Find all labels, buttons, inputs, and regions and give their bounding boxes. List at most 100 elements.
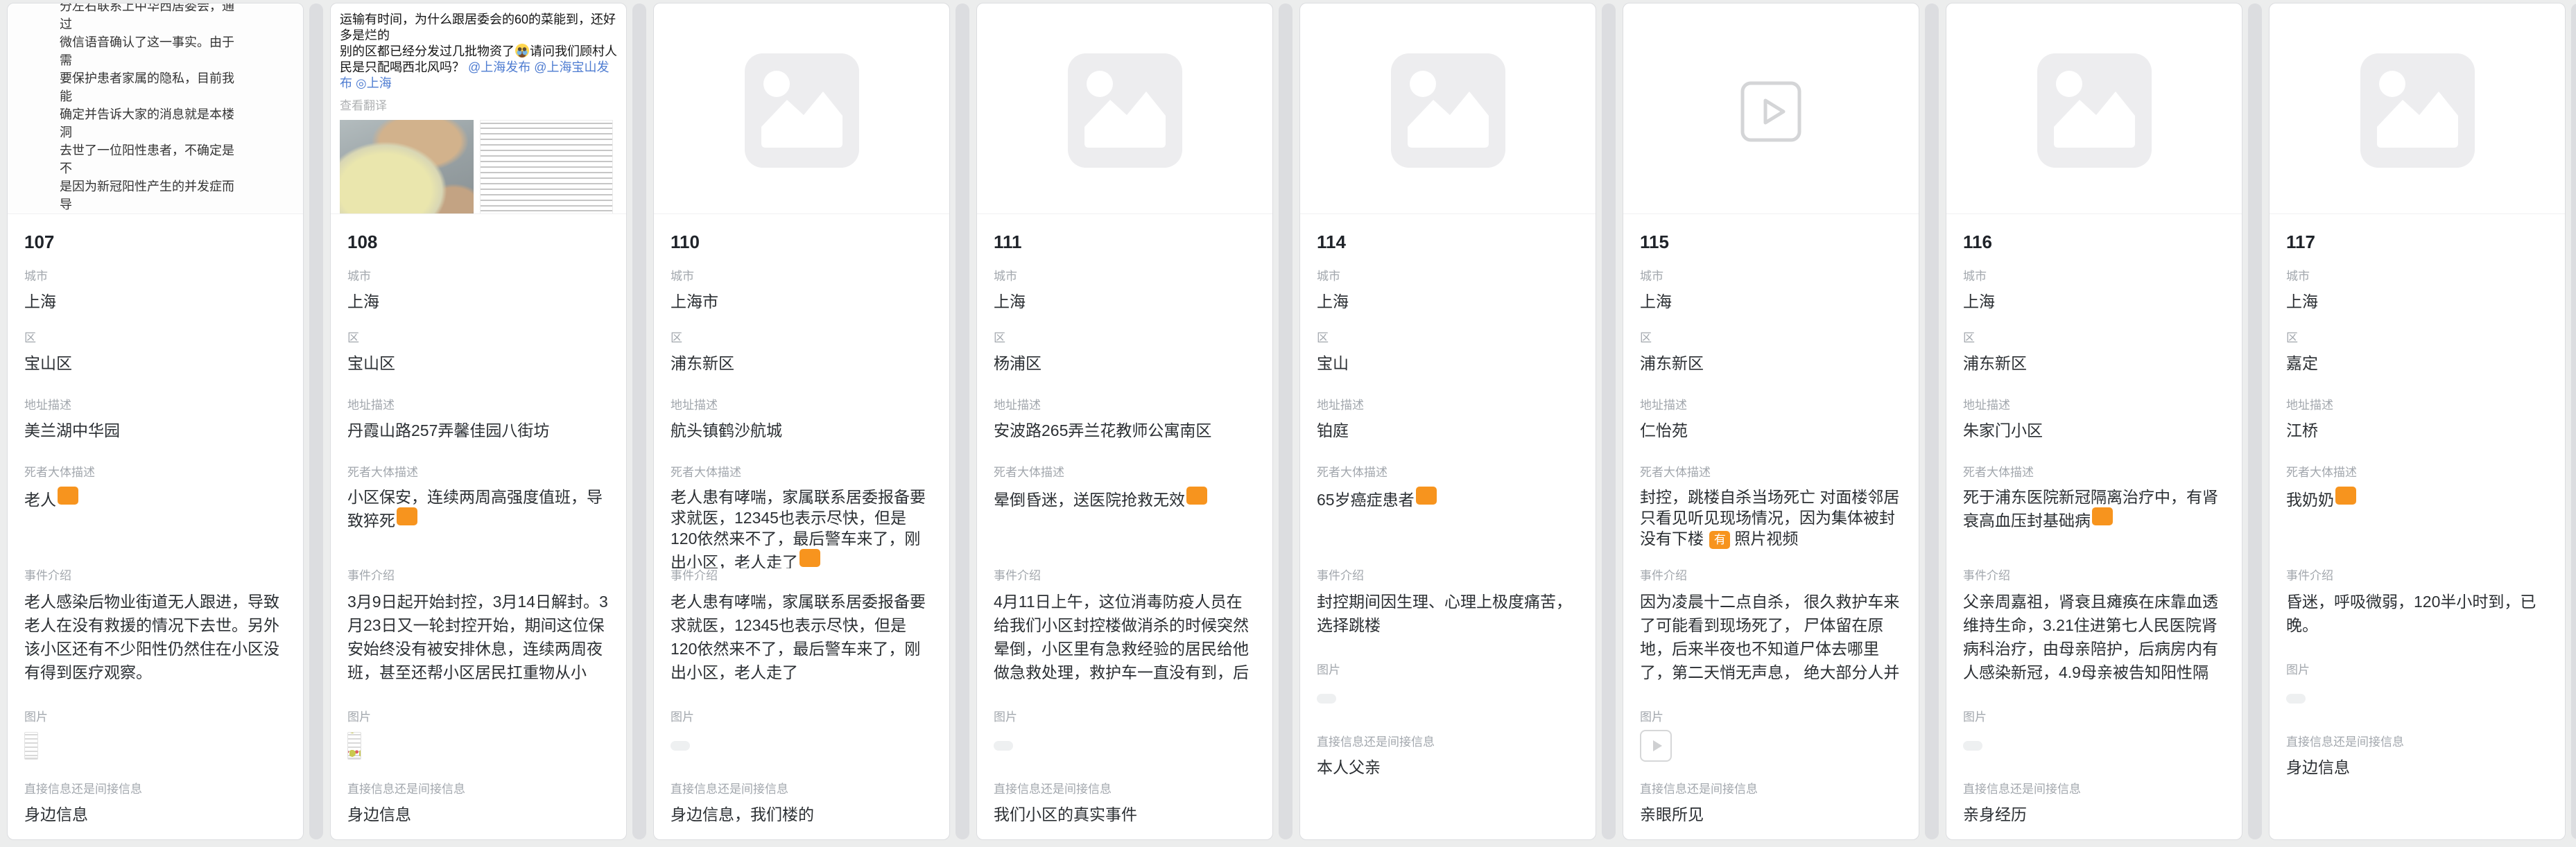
record-card[interactable]: 117 城市 上海 区 嘉定 地址描述 江桥 死者大体描述 我奶奶 事件介绍 — [2269, 3, 2566, 840]
field-label-image: 图片 — [347, 710, 610, 724]
field-address: 地址描述 铂庭 — [1317, 398, 1579, 442]
field-direct-or-indirect: 直接信息还是间接信息 身边信息 — [24, 782, 286, 826]
field-deceased-description: 死者大体描述 我奶奶 — [2286, 465, 2548, 568]
card-scrollbar[interactable] — [2248, 3, 2262, 839]
record-cover[interactable]: 运输有时间，为什么跟居委会的60的菜能到，还好多是烂的 别的区都已经分发过几批物… — [331, 3, 626, 214]
attachment-thumbnail[interactable] — [347, 730, 610, 762]
field-label-deceased: 死者大体描述 — [994, 465, 1256, 480]
field-value-address: 仁怡苑 — [1640, 419, 1902, 442]
field-label-district: 区 — [347, 331, 610, 345]
field-label-direct: 直接信息还是间接信息 — [347, 782, 610, 796]
card-scrollbar[interactable] — [1602, 3, 1616, 839]
field-label-deceased: 死者大体描述 — [1963, 465, 2225, 480]
field-value-city: 上海 — [347, 290, 610, 313]
card-scrollbar[interactable] — [956, 3, 969, 839]
screenshot-thumbnail[interactable] — [24, 732, 38, 760]
record-cover[interactable] — [1300, 3, 1596, 214]
field-label-deceased: 死者大体描述 — [1640, 465, 1902, 480]
field-label-district: 区 — [994, 331, 1256, 345]
field-value-event: 昏迷，呼吸微弱，120半小时到，已晚。 — [2286, 590, 2548, 637]
field-label-address: 地址描述 — [347, 398, 610, 412]
field-value-address: 航头镇鹤沙航城 — [671, 419, 933, 442]
record-card[interactable]: 分左右联系上中华西居委会，通过 微信语音确认了这一事实。由于需 要保护患者家属的… — [7, 3, 304, 840]
field-value-deceased: 小区保安，连续两周高强度值班，导致猝死 — [347, 487, 610, 531]
play-icon — [1653, 740, 1662, 751]
record-cover[interactable] — [977, 3, 1272, 214]
record-card[interactable]: 115 城市 上海 区 浦东新区 地址描述 仁怡苑 死者大体描述 封控，跳楼自杀… — [1623, 3, 1919, 840]
record-cover[interactable] — [654, 3, 949, 214]
field-image: 图片 — [2286, 663, 2548, 715]
field-value-deceased: 老人患有哮喘，家属联系居委报备要求就医，12345也表示尽快，但是120依然来不… — [671, 487, 933, 568]
card-scrollbar[interactable] — [1279, 3, 1293, 839]
field-label-deceased: 死者大体描述 — [347, 465, 610, 480]
attachment-thumbnail[interactable] — [24, 730, 286, 762]
card-scrollbar[interactable] — [632, 3, 646, 839]
field-label-address: 地址描述 — [24, 398, 286, 412]
image-placeholder-icon — [1946, 53, 2242, 168]
cover-weibo-screenshot: 运输有时间，为什么跟居委会的60的菜能到，还好多是烂的 别的区都已经分发过几批物… — [331, 3, 626, 214]
card-scrollbar[interactable] — [309, 3, 323, 839]
attachment-thumbnail[interactable] — [1317, 683, 1579, 715]
field-event-intro: 事件介绍 因为凌晨十二点自杀， 很久救护车来了可能看到现场死了， 尸体留在原地，… — [1640, 568, 1902, 684]
field-district: 区 嘉定 — [2286, 331, 2548, 374]
field-direct-or-indirect: 直接信息还是间接信息 身边信息，我们楼的 — [671, 782, 933, 826]
record-card-board: 分左右联系上中华西居委会，通过 微信语音确认了这一事实。由于需 要保护患者家属的… — [0, 0, 2576, 840]
weibo-text-line2: 别的区都已经分发过几批物资了请问我们顾村人民是只配喝西北风吗？ @上海发布 @上… — [340, 44, 617, 91]
cabbage-photo[interactable] — [340, 120, 474, 214]
field-direct-or-indirect: 直接信息还是间接信息 亲身经历 — [1963, 782, 2225, 826]
field-value-district: 宝山区 — [24, 352, 286, 374]
field-label-direct: 直接信息还是间接信息 — [1317, 735, 1579, 749]
attachment-thumbnail[interactable] — [994, 730, 1256, 762]
field-label-direct: 直接信息还是间接信息 — [994, 782, 1256, 796]
record-card[interactable]: 运输有时间，为什么跟居委会的60的菜能到，还好多是烂的 别的区都已经分发过几批物… — [330, 3, 627, 840]
field-value-event: 4月11日上午，这位消毒防疫人员在给我们小区封控楼做消杀的时候突然晕倒，小区里有… — [994, 590, 1256, 684]
field-label-city: 城市 — [24, 269, 286, 283]
field-address: 地址描述 江桥 — [2286, 398, 2548, 442]
field-label-image: 图片 — [994, 710, 1256, 724]
record-cover[interactable]: 分左右联系上中华西居委会，通过 微信语音确认了这一事实。由于需 要保护患者家属的… — [8, 3, 303, 214]
record-card[interactable]: 111 城市 上海 区 杨浦区 地址描述 安波路265弄兰花教师公寓南区 死者大… — [976, 3, 1273, 840]
field-label-deceased: 死者大体描述 — [1317, 465, 1579, 480]
field-event-intro: 事件介绍 4月11日上午，这位消毒防疫人员在给我们小区封控楼做消杀的时候突然晕倒… — [994, 568, 1256, 684]
record-cover[interactable] — [1623, 3, 1919, 214]
field-value-city: 上海 — [24, 290, 286, 313]
card-scrollbar[interactable] — [2571, 3, 2576, 839]
screenshot-thumbnail[interactable] — [347, 732, 361, 760]
video-thumbnail[interactable] — [1640, 730, 1672, 762]
field-label-image: 图片 — [1317, 663, 1579, 677]
empty-attachment-pill — [1963, 741, 1982, 751]
field-label-address: 地址描述 — [1640, 398, 1902, 412]
record-fields: 115 城市 上海 区 浦东新区 地址描述 仁怡苑 死者大体描述 封控，跳楼自杀… — [1623, 230, 1919, 826]
field-value-district: 嘉定 — [2286, 352, 2548, 374]
attachment-thumbnail[interactable] — [671, 730, 933, 762]
field-value-event: 老人患有哮喘，家属联系居委报备要求就医，12345也表示尽快，但是120依然来不… — [671, 590, 933, 684]
field-label-district: 区 — [1640, 331, 1902, 345]
attachment-thumbnail[interactable] — [2286, 683, 2548, 715]
field-direct-or-indirect: 直接信息还是间接信息 我们小区的真实事件 — [994, 782, 1256, 826]
field-label-address: 地址描述 — [1317, 398, 1579, 412]
attachment-thumbnail[interactable] — [1963, 730, 2225, 762]
field-value-direct: 身边信息 — [347, 803, 610, 826]
field-image: 图片 — [1640, 710, 1902, 762]
text-article-image[interactable] — [480, 120, 613, 214]
has-media-badge — [799, 549, 820, 567]
field-address: 地址描述 航头镇鹤沙航城 — [671, 398, 933, 442]
record-card[interactable]: 114 城市 上海 区 宝山 地址描述 铂庭 死者大体描述 65岁癌症患者 事件… — [1299, 3, 1596, 840]
field-value-city: 上海 — [1317, 290, 1579, 313]
attachment-thumbnail[interactable] — [1640, 730, 1902, 762]
field-value-city: 上海 — [994, 290, 1256, 313]
field-label-direct: 直接信息还是间接信息 — [2286, 735, 2548, 749]
record-cover[interactable] — [2270, 3, 2565, 214]
field-value-deceased: 封控，跳楼自杀当场死亡 对面楼邻居只看见听见现场情况，因为集体被封没有下楼 有照… — [1640, 487, 1902, 549]
field-value-district: 浦东新区 — [671, 352, 933, 374]
field-label-city: 城市 — [347, 269, 610, 283]
image-placeholder-icon — [977, 53, 1272, 168]
field-label-address: 地址描述 — [1963, 398, 2225, 412]
view-translation-link[interactable]: 查看翻译 — [340, 98, 617, 114]
record-card[interactable]: 116 城市 上海 区 浦东新区 地址描述 朱家门小区 死者大体描述 死于浦东医… — [1946, 3, 2242, 840]
field-city: 城市 上海 — [1640, 269, 1902, 313]
card-scrollbar[interactable] — [1925, 3, 1939, 839]
record-card[interactable]: 110 城市 上海市 区 浦东新区 地址描述 航头镇鹤沙航城 死者大体描述 老人… — [653, 3, 950, 840]
field-event-intro: 事件介绍 昏迷，呼吸微弱，120半小时到，已晚。 — [2286, 568, 2548, 637]
record-cover[interactable] — [1946, 3, 2242, 214]
